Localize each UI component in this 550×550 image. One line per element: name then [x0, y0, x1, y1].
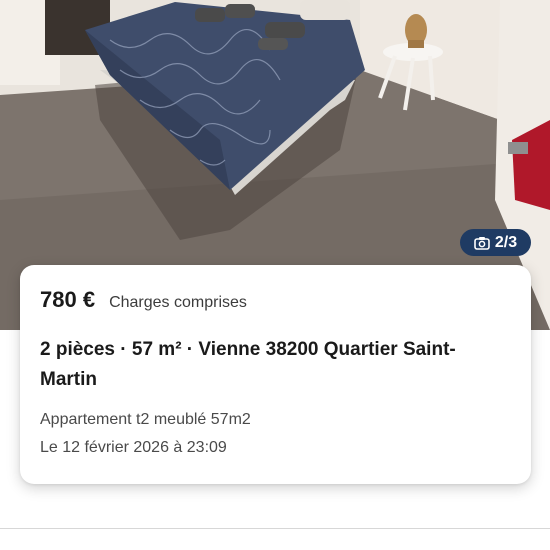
charges-label: Charges comprises: [109, 294, 247, 311]
photo-counter-badge[interactable]: 2/3: [460, 229, 531, 256]
divider: [0, 528, 550, 529]
listing-price: 780 €: [40, 287, 96, 312]
price-row: 780 € Charges comprises: [40, 287, 511, 313]
listing-date: Le 12 février 2026 à 23:09: [40, 439, 227, 456]
listing-title[interactable]: 2 pièces · 57 m² · Vienne 38200 Quartier…: [40, 335, 470, 395]
camera-icon: [474, 236, 490, 250]
listing-description: Appartement t2 meublé 57m2: [40, 411, 251, 428]
photo-counter-text: 2/3: [494, 233, 518, 251]
listing-card[interactable]: 780 € Charges comprises 2 pièces · 57 m²…: [20, 265, 531, 484]
